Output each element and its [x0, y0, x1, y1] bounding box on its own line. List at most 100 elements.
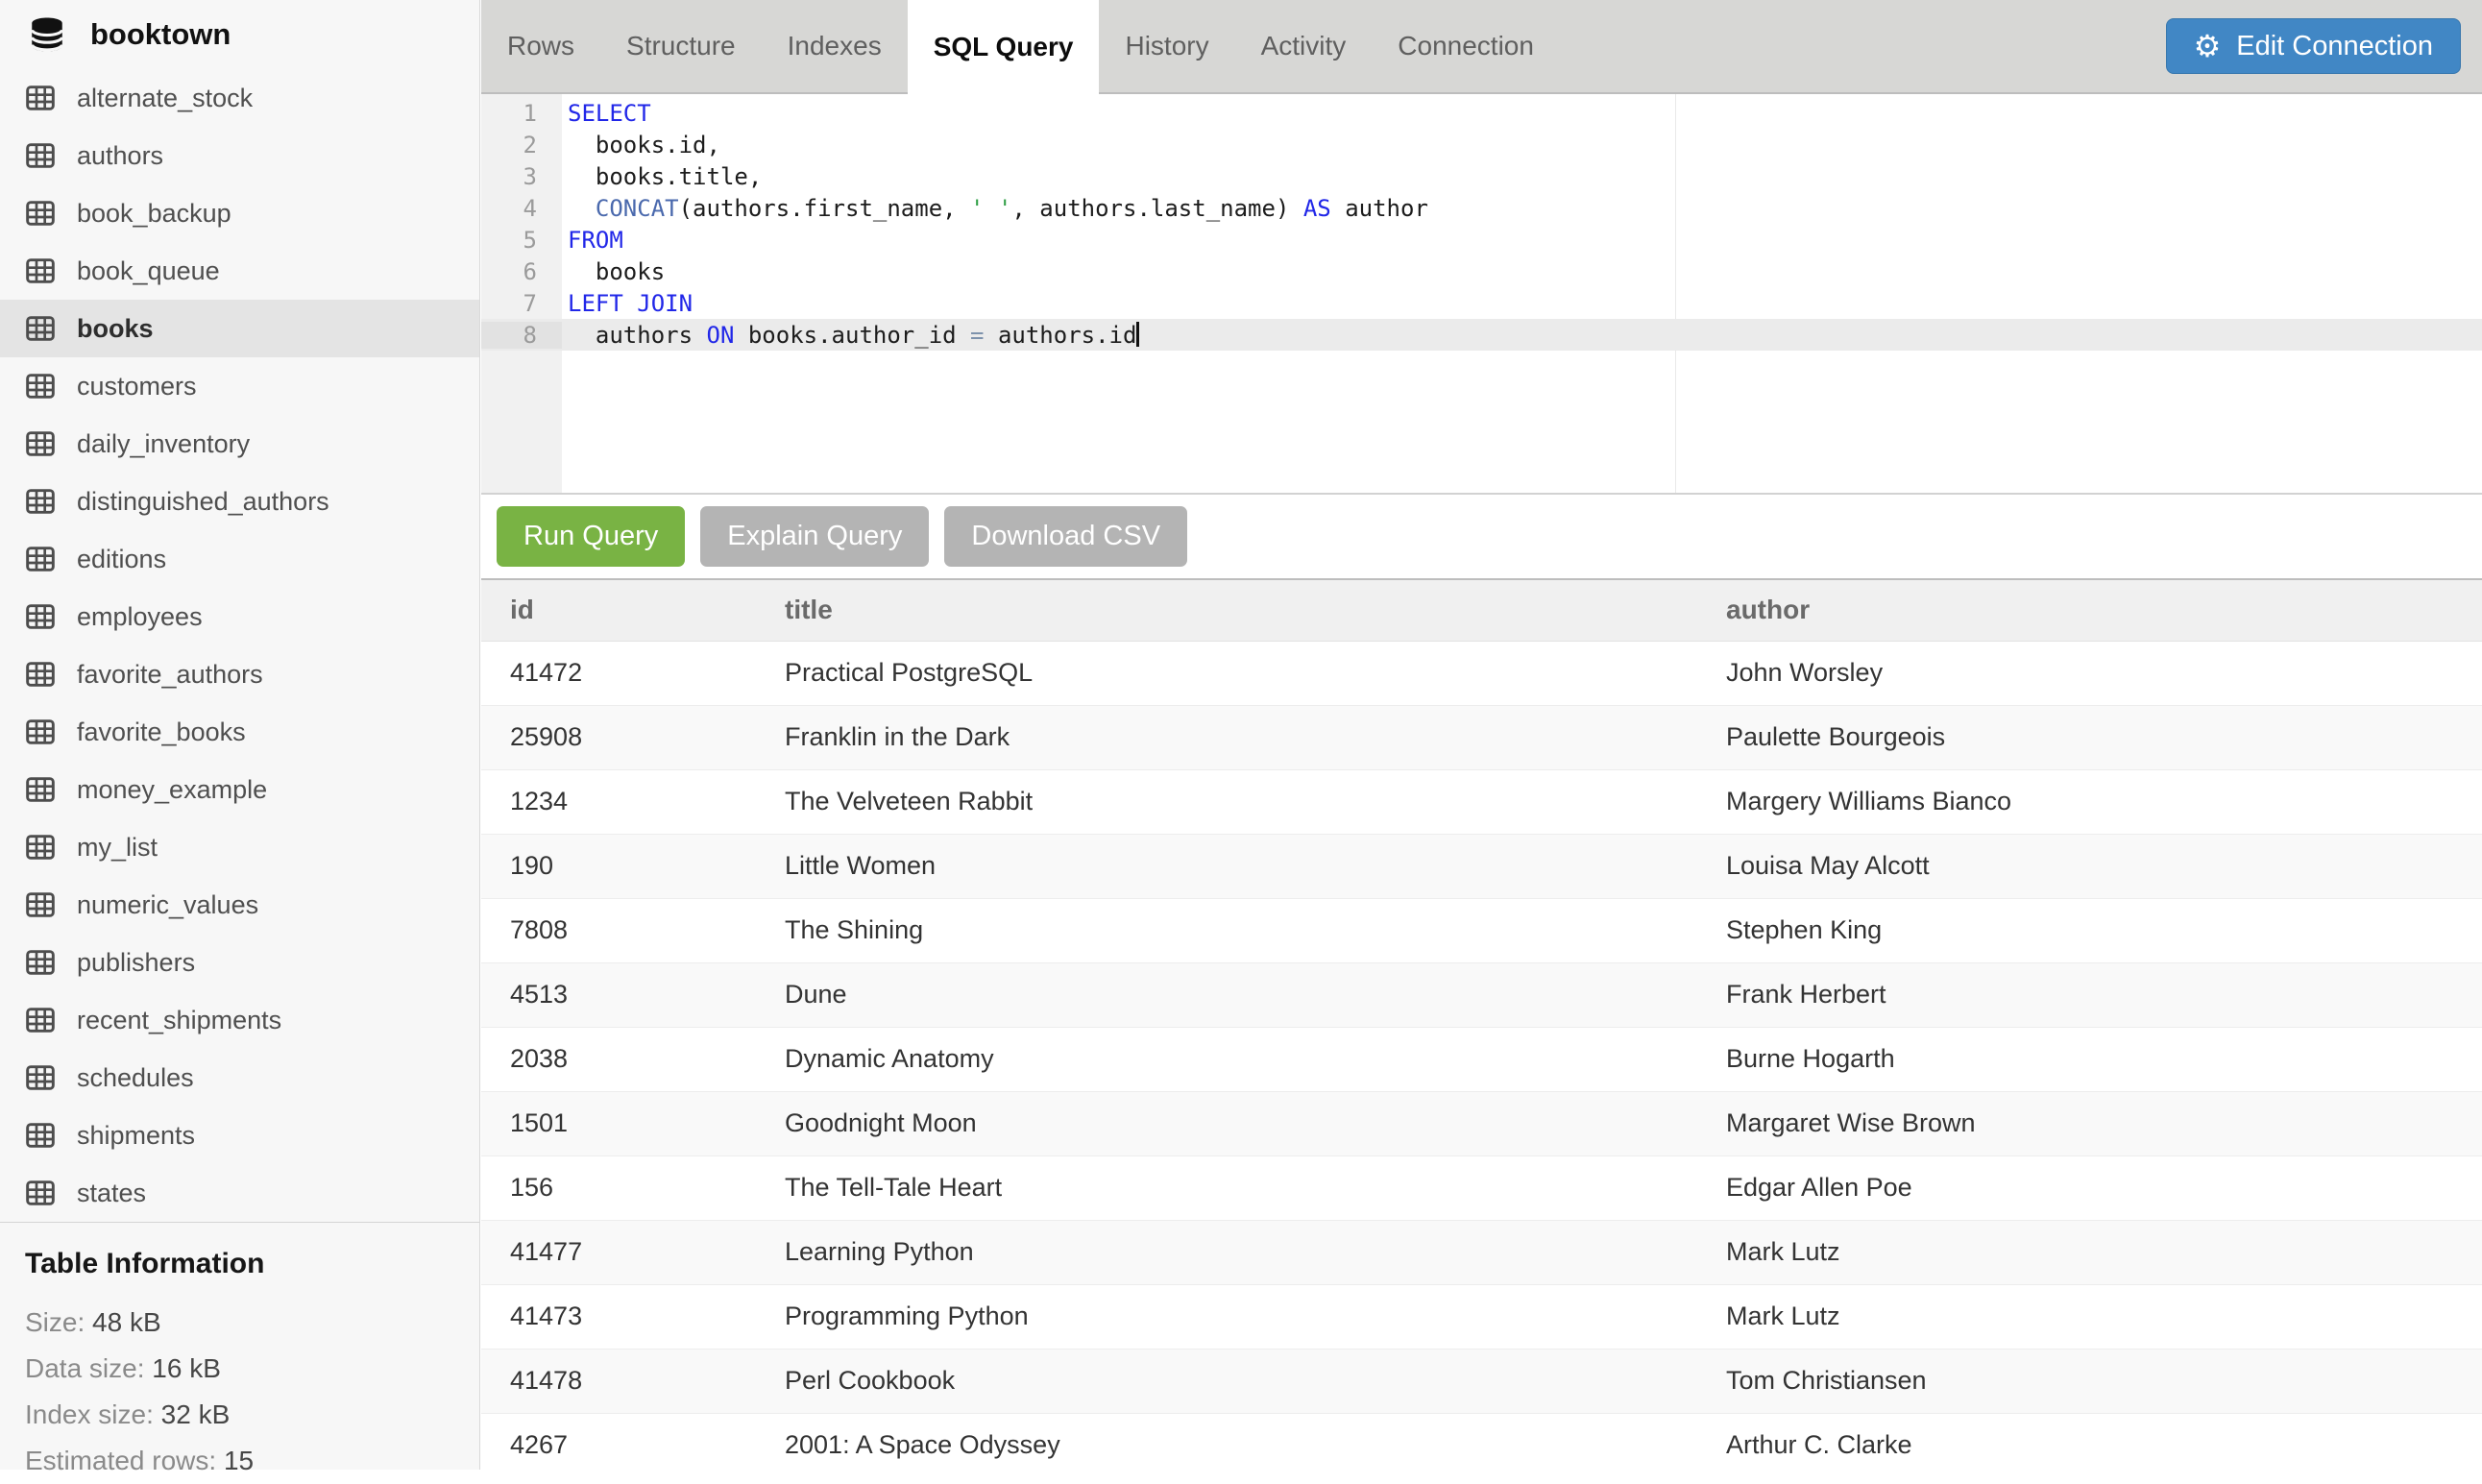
sidebar-item-label: numeric_values [77, 890, 258, 920]
sidebar-item-book_backup[interactable]: book_backup [0, 184, 479, 242]
code-line-5: 5FROM [481, 224, 2482, 255]
table-icon [25, 601, 56, 632]
column-header-title: title [760, 580, 1701, 641]
sidebar-item-customers[interactable]: customers [0, 357, 479, 415]
column-header-id: id [481, 580, 760, 641]
info-label: Data size: [25, 1353, 152, 1383]
table-row[interactable]: 156The Tell-Tale HeartEdgar Allen Poe [481, 1156, 2482, 1220]
tab-connection[interactable]: Connection [1372, 0, 1560, 92]
table-icon [25, 1005, 56, 1035]
cell-id: 2038 [481, 1027, 760, 1091]
cell-id: 41478 [481, 1349, 760, 1413]
table-icon [25, 717, 56, 747]
line-number: 8 [481, 322, 562, 349]
cell-author: Margery Williams Bianco [1701, 769, 2482, 834]
line-number: 1 [481, 100, 562, 127]
line-number: 3 [481, 163, 562, 190]
code-token [568, 195, 596, 222]
code-token: author [1331, 195, 1428, 222]
cell-title: Dynamic Anatomy [760, 1027, 1701, 1091]
sidebar-item-shipments[interactable]: shipments [0, 1107, 479, 1164]
table-row[interactable]: 42672001: A Space OdysseyArthur C. Clark… [481, 1413, 2482, 1468]
code-line-7: 7LEFT JOIN [481, 287, 2482, 319]
code-token: books.author_id [734, 322, 970, 349]
cell-id: 25908 [481, 705, 760, 769]
table-row[interactable]: 41473Programming PythonMark Lutz [481, 1284, 2482, 1349]
cell-title: 2001: A Space Odyssey [760, 1413, 1701, 1468]
sidebar-item-employees[interactable]: employees [0, 588, 479, 645]
code-token: AS [1303, 195, 1331, 222]
table-row[interactable]: 41472Practical PostgreSQLJohn Worsley [481, 641, 2482, 705]
code-line-2: 2 books.id, [481, 129, 2482, 160]
sidebar-item-label: customers [77, 372, 197, 401]
sidebar-item-distinguished_authors[interactable]: distinguished_authors [0, 473, 479, 530]
sidebar-item-alternate_stock[interactable]: alternate_stock [0, 69, 479, 127]
sidebar-item-book_queue[interactable]: book_queue [0, 242, 479, 300]
cell-author: Edgar Allen Poe [1701, 1156, 2482, 1220]
tab-structure[interactable]: Structure [600, 0, 762, 92]
cell-id: 41477 [481, 1220, 760, 1284]
table-information-rows: Size: 48 kBData size: 16 kBIndex size: 3… [25, 1300, 479, 1484]
sidebar-item-daily_inventory[interactable]: daily_inventory [0, 415, 479, 473]
table-row[interactable]: 41477Learning PythonMark Lutz [481, 1220, 2482, 1284]
cell-title: Practical PostgreSQL [760, 641, 1701, 705]
sidebar-item-favorite_books[interactable]: favorite_books [0, 703, 479, 761]
table-row[interactable]: 2038Dynamic AnatomyBurne Hogarth [481, 1027, 2482, 1091]
line-number: 2 [481, 132, 562, 158]
table-row[interactable]: 25908Franklin in the DarkPaulette Bourge… [481, 705, 2482, 769]
sidebar-item-money_example[interactable]: money_example [0, 761, 479, 818]
tab-history[interactable]: History [1099, 0, 1234, 92]
cell-title: Goodnight Moon [760, 1091, 1701, 1156]
cell-title: The Tell-Tale Heart [760, 1156, 1701, 1220]
line-number: 6 [481, 258, 562, 285]
sidebar-item-label: my_list [77, 833, 158, 863]
cell-title: The Shining [760, 898, 1701, 962]
code-text: FROM [562, 227, 623, 254]
cell-id: 190 [481, 834, 760, 898]
code-text: CONCAT(authors.first_name, ' ', authors.… [562, 195, 1428, 222]
cell-id: 1501 [481, 1091, 760, 1156]
sidebar-item-numeric_values[interactable]: numeric_values [0, 876, 479, 934]
code-token: FROM [568, 227, 623, 254]
cell-title: Perl Cookbook [760, 1349, 1701, 1413]
code-token: = [970, 322, 984, 349]
sidebar-item-favorite_authors[interactable]: favorite_authors [0, 645, 479, 703]
sidebar-item-schedules[interactable]: schedules [0, 1049, 479, 1107]
sidebar-item-label: shipments [77, 1121, 195, 1151]
cell-author: Mark Lutz [1701, 1284, 2482, 1349]
edit-connection-button[interactable]: ⚙ Edit Connection [2166, 18, 2461, 74]
info-row: Estimated rows: 15 [25, 1438, 479, 1484]
table-row[interactable]: 7808The ShiningStephen King [481, 898, 2482, 962]
sidebar-item-label: editions [77, 545, 166, 574]
table-row[interactable]: 4513DuneFrank Herbert [481, 962, 2482, 1027]
sql-editor[interactable]: 1SELECT2 books.id,3 books.title,4 CONCAT… [481, 94, 2482, 495]
sidebar-item-authors[interactable]: authors [0, 127, 479, 184]
table-row[interactable]: 190Little WomenLouisa May Alcott [481, 834, 2482, 898]
info-value: 32 kB [161, 1399, 231, 1429]
info-value: 48 kB [92, 1307, 161, 1337]
code-line-1: 1SELECT [481, 97, 2482, 129]
tab-indexes[interactable]: Indexes [762, 0, 908, 92]
sidebar-item-my_list[interactable]: my_list [0, 818, 479, 876]
table-row[interactable]: 1234The Velveteen RabbitMargery Williams… [481, 769, 2482, 834]
download-csv-button[interactable]: Download CSV [944, 506, 1187, 567]
tab-activity[interactable]: Activity [1235, 0, 1373, 92]
cell-id: 4513 [481, 962, 760, 1027]
table-row[interactable]: 41478Perl CookbookTom Christiansen [481, 1349, 2482, 1413]
sidebar-item-publishers[interactable]: publishers [0, 934, 479, 991]
info-row: Data size: 16 kB [25, 1346, 479, 1392]
tab-rows[interactable]: Rows [481, 0, 600, 92]
info-label: Index size: [25, 1399, 161, 1429]
cell-author: Tom Christiansen [1701, 1349, 2482, 1413]
table-row[interactable]: 1501Goodnight MoonMargaret Wise Brown [481, 1091, 2482, 1156]
sidebar-item-recent_shipments[interactable]: recent_shipments [0, 991, 479, 1049]
database-name: booktown [90, 17, 231, 52]
explain-query-button[interactable]: Explain Query [700, 506, 929, 567]
cell-title: Dune [760, 962, 1701, 1027]
run-query-button[interactable]: Run Query [497, 506, 685, 567]
sidebar-item-books[interactable]: books [0, 300, 479, 357]
sidebar-item-states[interactable]: states [0, 1164, 479, 1222]
table-icon [25, 1062, 56, 1093]
tab-sql-query[interactable]: SQL Query [908, 0, 1100, 94]
sidebar-item-editions[interactable]: editions [0, 530, 479, 588]
